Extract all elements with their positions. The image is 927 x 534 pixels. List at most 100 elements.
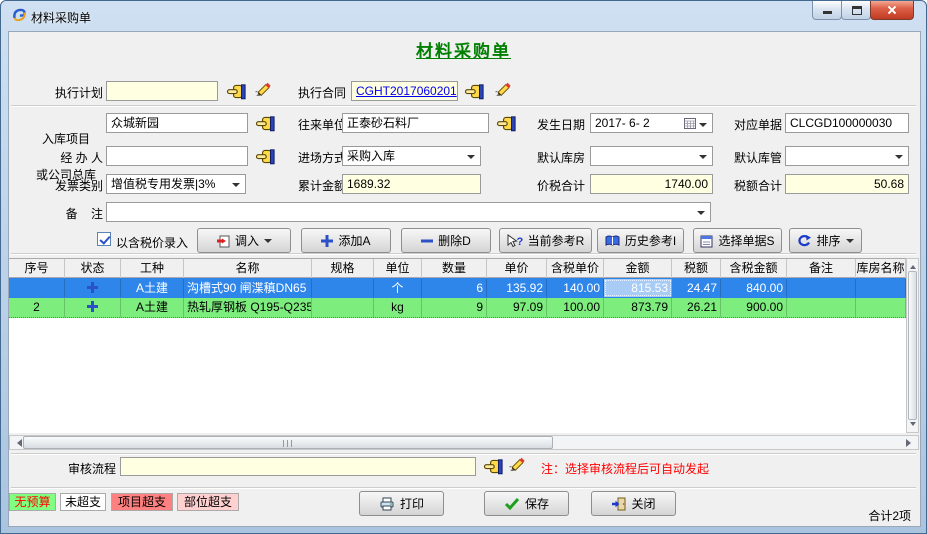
cell-qty[interactable]: 9 bbox=[422, 298, 487, 317]
column-header-spec[interactable]: 规格 bbox=[312, 259, 374, 278]
scroll-up-icon bbox=[910, 262, 916, 269]
cell-name[interactable]: 热轧厚钢板 Q195-Q235 bbox=[184, 298, 312, 317]
cell-trade[interactable]: A土建 bbox=[121, 298, 184, 317]
vertical-scrollbar-thumb[interactable] bbox=[908, 271, 917, 420]
cell-unit[interactable]: kg bbox=[374, 298, 422, 317]
review-flow-note: 注：选择审核流程后可自动发起 bbox=[541, 460, 709, 477]
grid-header: 序号状态工种名称规格单位数量单价含税单价金额税额含税金额备注库房名称 bbox=[9, 259, 906, 278]
remark-select[interactable] bbox=[106, 202, 711, 222]
column-header-price_tax[interactable]: 含税单价 bbox=[547, 259, 604, 278]
cell-price_tax[interactable]: 100.00 bbox=[547, 298, 604, 317]
column-header-status[interactable]: 状态 bbox=[65, 259, 121, 278]
cell-amount[interactable]: 873.79 bbox=[604, 298, 672, 317]
items-table: 序号状态工种名称规格单位数量单价含税单价金额税额含税金额备注库房名称 A土建沟槽… bbox=[9, 258, 906, 433]
review-flow-input[interactable] bbox=[120, 457, 476, 476]
add-button[interactable]: 添加A bbox=[301, 228, 391, 253]
table-row[interactable]: 2 A土建热轧厚钢板 Q195-Q235 kg997.09100.00873.792… bbox=[9, 298, 906, 318]
column-header-unit[interactable]: 单位 bbox=[374, 259, 422, 278]
cell-remark[interactable] bbox=[787, 298, 856, 317]
cell-seq[interactable]: 2 bbox=[9, 298, 65, 317]
select-hand-icon[interactable] bbox=[225, 83, 247, 100]
cell-spec[interactable] bbox=[312, 279, 374, 297]
column-header-warehouse[interactable]: 库房名称 bbox=[856, 259, 906, 278]
vendor-input[interactable]: 正泰砂石料厂 bbox=[342, 113, 489, 133]
cell-name[interactable]: 沟槽式90 闸渫稹DN65 bbox=[184, 279, 312, 297]
current-ref-button[interactable]: ? 当前参考R bbox=[499, 228, 592, 253]
cell-tax[interactable]: 24.47 bbox=[672, 279, 721, 297]
ref-doc-input[interactable]: CLCGD100000030 bbox=[785, 113, 909, 133]
horizontal-scrollbar-thumb[interactable] bbox=[23, 436, 553, 449]
vertical-scrollbar[interactable] bbox=[906, 258, 919, 433]
cell-status[interactable] bbox=[65, 298, 121, 317]
page-title: 材料采购单 bbox=[1, 37, 926, 62]
delete-button[interactable]: 删除D bbox=[401, 228, 491, 253]
select-hand-icon[interactable] bbox=[254, 148, 276, 165]
cell-amount_tax[interactable]: 840.00 bbox=[721, 279, 787, 297]
cell-trade[interactable]: A土建 bbox=[121, 279, 184, 297]
column-header-seq[interactable]: 序号 bbox=[9, 259, 65, 278]
import-button[interactable]: 调入 bbox=[197, 228, 291, 253]
project-input[interactable]: 众城新园 bbox=[106, 113, 248, 133]
cell-spec[interactable] bbox=[312, 298, 374, 317]
select-hand-icon[interactable] bbox=[463, 83, 485, 100]
maximize-button[interactable] bbox=[841, 1, 871, 20]
entry-mode-select[interactable]: 采购入库 bbox=[342, 146, 481, 166]
cell-status[interactable] bbox=[65, 279, 121, 297]
cell-unit[interactable]: 个 bbox=[374, 279, 422, 297]
chevron-down-icon bbox=[232, 183, 240, 191]
close-form-button[interactable]: 关闭 bbox=[591, 491, 676, 516]
exit-door-icon bbox=[611, 497, 626, 511]
cell-price_tax[interactable]: 140.00 bbox=[547, 279, 604, 297]
column-header-name[interactable]: 名称 bbox=[184, 259, 312, 278]
column-header-tax[interactable]: 税额 bbox=[672, 259, 721, 278]
close-button[interactable] bbox=[870, 1, 914, 20]
tax-price-checkbox[interactable] bbox=[97, 232, 111, 246]
select-hand-icon[interactable] bbox=[254, 115, 276, 132]
select-hand-icon[interactable] bbox=[482, 458, 504, 475]
column-header-remark[interactable]: 备注 bbox=[787, 259, 856, 278]
sort-button[interactable]: 排序 bbox=[789, 228, 862, 253]
cell-amount_tax[interactable]: 900.00 bbox=[721, 298, 787, 317]
minimize-button[interactable] bbox=[812, 1, 842, 20]
exec-plan-input[interactable] bbox=[106, 81, 218, 101]
cell-warehouse[interactable] bbox=[856, 279, 906, 297]
default-warehouse-select[interactable] bbox=[590, 146, 713, 166]
cell-price[interactable]: 97.09 bbox=[487, 298, 547, 317]
notepad-icon bbox=[700, 234, 713, 248]
titlebar[interactable]: 材料采购单 bbox=[1, 1, 926, 31]
cell-seq[interactable] bbox=[9, 279, 65, 297]
edit-pencil-icon[interactable] bbox=[507, 456, 529, 473]
date-input[interactable]: 2017- 6- 2 bbox=[590, 113, 713, 133]
status-plus-icon bbox=[87, 282, 98, 293]
cell-amount[interactable]: 815.53 bbox=[604, 279, 672, 297]
chevron-down-icon bbox=[467, 155, 475, 163]
print-button[interactable]: 打印 bbox=[359, 491, 444, 516]
calendar-dropdown-button[interactable] bbox=[684, 116, 710, 130]
column-header-price[interactable]: 单价 bbox=[487, 259, 547, 278]
cell-tax[interactable]: 26.21 bbox=[672, 298, 721, 317]
history-ref-button[interactable]: 历史参考I bbox=[597, 228, 684, 253]
default-keeper-select[interactable] bbox=[785, 146, 909, 166]
cell-price[interactable]: 135.92 bbox=[487, 279, 547, 297]
cell-remark[interactable] bbox=[787, 279, 856, 297]
cell-qty[interactable]: 6 bbox=[422, 279, 487, 297]
cell-warehouse[interactable] bbox=[856, 298, 906, 317]
invoice-type-select[interactable]: 增值税专用发票|3% bbox=[106, 174, 246, 194]
save-button[interactable]: 保存 bbox=[484, 491, 569, 516]
column-header-amount[interactable]: 金额 bbox=[604, 259, 672, 278]
handler-input[interactable] bbox=[106, 146, 248, 166]
column-header-amount_tax[interactable]: 含税金额 bbox=[721, 259, 787, 278]
handler-label: 经 办 人 bbox=[41, 149, 103, 166]
column-header-qty[interactable]: 数量 bbox=[422, 259, 487, 278]
table-row[interactable]: A土建沟槽式90 闸渫稹DN65 个6135.92140.00815.5324.4… bbox=[9, 278, 906, 298]
column-header-trade[interactable]: 工种 bbox=[121, 259, 184, 278]
edit-pencil-icon[interactable] bbox=[253, 81, 275, 98]
exec-contract-input[interactable]: CGHT2017060201 bbox=[351, 81, 458, 101]
legend-section-over: 部位超支 bbox=[177, 493, 239, 511]
chevron-down-icon bbox=[699, 155, 707, 163]
horizontal-scrollbar[interactable] bbox=[9, 435, 919, 450]
select-doc-button[interactable]: 选择单据S bbox=[693, 228, 782, 253]
select-hand-icon[interactable] bbox=[495, 115, 517, 132]
edit-pencil-icon[interactable] bbox=[493, 81, 515, 98]
scrollbar-grip bbox=[283, 440, 293, 447]
